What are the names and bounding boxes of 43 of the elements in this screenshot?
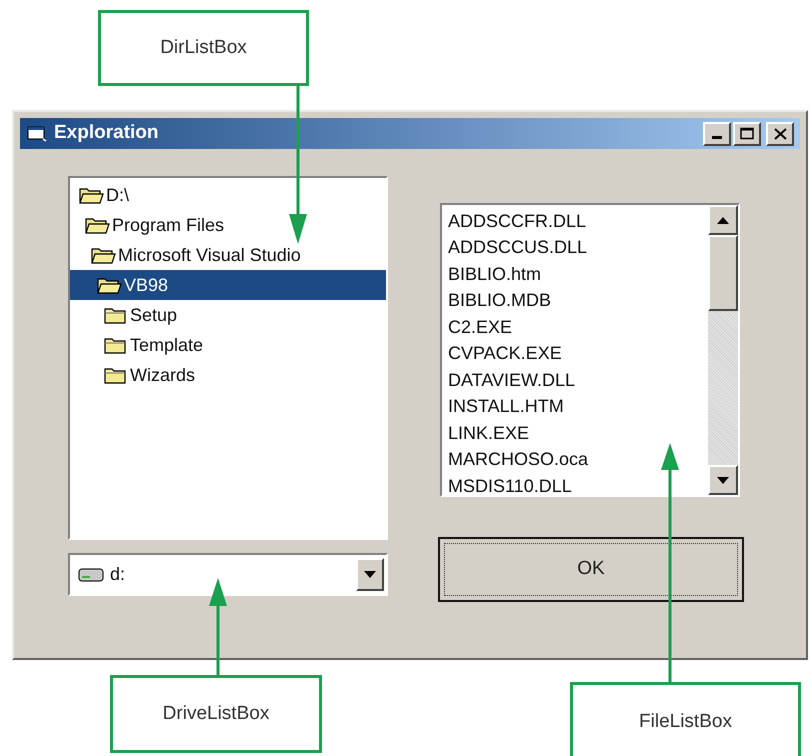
file-item[interactable]: ADDSCCUS.DLL <box>448 234 708 261</box>
scrollbar[interactable] <box>708 205 738 495</box>
folder-item[interactable]: Program Files <box>70 210 386 240</box>
callout-label: FileListBox <box>570 682 801 756</box>
folder-item[interactable]: Setup <box>70 300 386 330</box>
drive-dropdown[interactable]: d: <box>68 553 388 596</box>
dropdown-button[interactable] <box>356 558 384 591</box>
folder-item[interactable]: Template <box>70 330 386 360</box>
file-item[interactable]: CVPACK.EXE <box>448 340 708 367</box>
file-item[interactable]: DATAVIEW.DLL <box>448 367 708 394</box>
maximize-button[interactable] <box>733 122 761 146</box>
folder-list[interactable]: D:\ Program Files Microsoft Visual Studio VB98 Setup Template Wizards <box>68 176 388 540</box>
up-arrow-icon <box>717 216 729 224</box>
down-arrow-icon <box>717 476 729 484</box>
file-list[interactable]: ADDSCCFR.DLL ADDSCCUS.DLL BIBLIO.htm BIBLIO.MDB C2.EXE CVPACK.EXE DATAVIEW.DLL INSTALL.HTM LINK.EXE MARCHOSO.oca MSDIS110.DLL <box>440 203 740 497</box>
minimize-icon <box>712 136 722 138</box>
scroll-thumb[interactable] <box>708 235 738 311</box>
drive-icon <box>78 566 104 582</box>
window-title: Exploration <box>54 121 159 146</box>
folder-item[interactable]: VB98 <box>70 270 386 300</box>
scroll-down-button[interactable] <box>708 465 738 495</box>
file-item[interactable]: INSTALL.HTM <box>448 394 708 420</box>
callout-label: DriveListBox <box>110 675 322 753</box>
minimize-button[interactable] <box>703 122 731 146</box>
file-item[interactable]: MSDIS110.DLL <box>448 473 708 500</box>
scroll-up-button[interactable] <box>708 205 738 235</box>
close-icon <box>774 128 786 140</box>
file-item[interactable]: BIBLIO.MDB <box>448 288 708 314</box>
callout-label: DirListBox <box>98 10 309 86</box>
window-icon <box>26 124 48 142</box>
drive-value: d: <box>110 563 126 586</box>
ok-button[interactable]: OK <box>438 537 744 602</box>
file-item[interactable]: BIBLIO.htm <box>448 261 708 288</box>
file-item[interactable]: C2.EXE <box>448 314 708 340</box>
file-item[interactable]: MARCHOSO.oca <box>448 446 708 473</box>
caret-icon <box>364 571 376 578</box>
folder-item[interactable]: D:\ <box>70 180 386 210</box>
folder-item[interactable]: Wizards <box>70 360 386 390</box>
file-item[interactable]: LINK.EXE <box>448 420 708 446</box>
folder-item[interactable]: Microsoft Visual Studio <box>70 240 386 270</box>
maximize-icon <box>740 127 754 140</box>
file-item[interactable]: ADDSCCFR.DLL <box>448 208 708 234</box>
close-button[interactable] <box>766 122 794 146</box>
